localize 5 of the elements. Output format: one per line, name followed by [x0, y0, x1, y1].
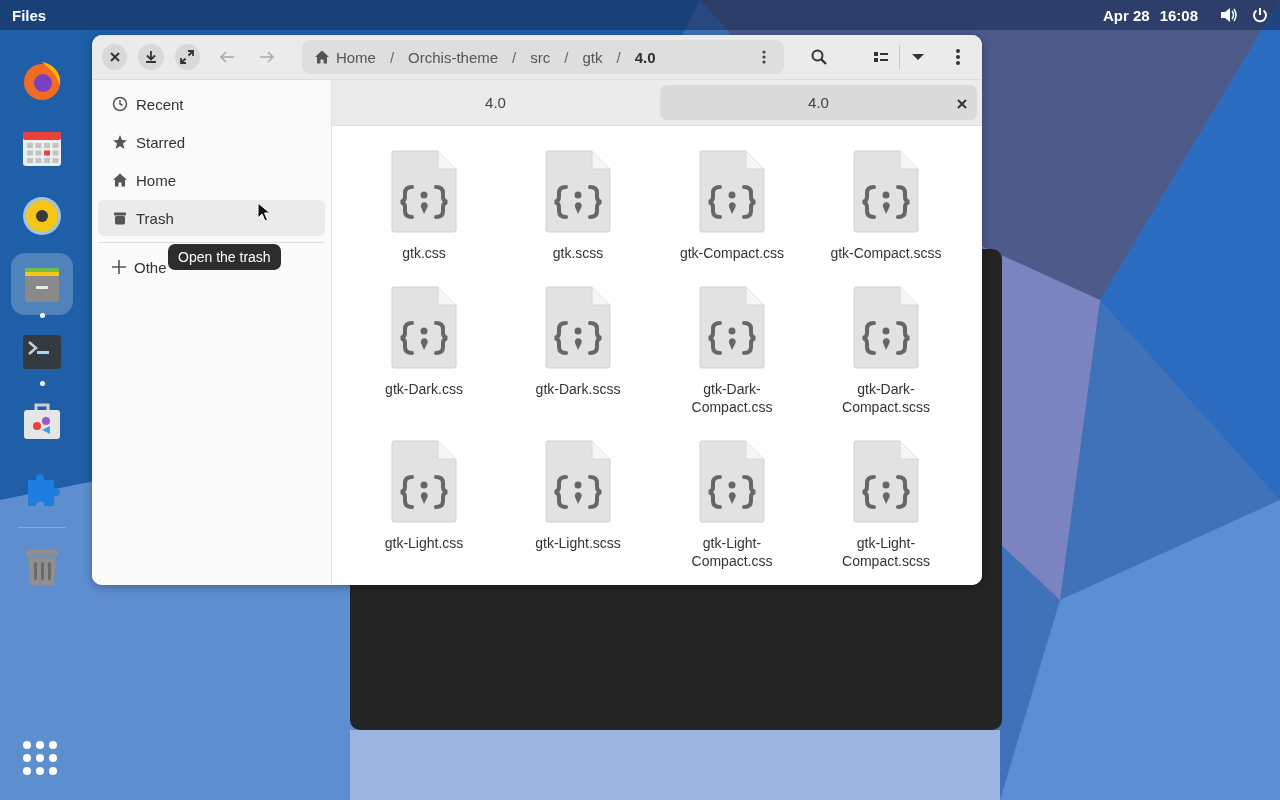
path-separator: /: [564, 48, 569, 66]
path-separator: /: [389, 48, 395, 66]
tooltip: Open the trash: [168, 244, 281, 270]
path-separator: /: [616, 48, 621, 66]
path-separator: /: [512, 48, 517, 66]
